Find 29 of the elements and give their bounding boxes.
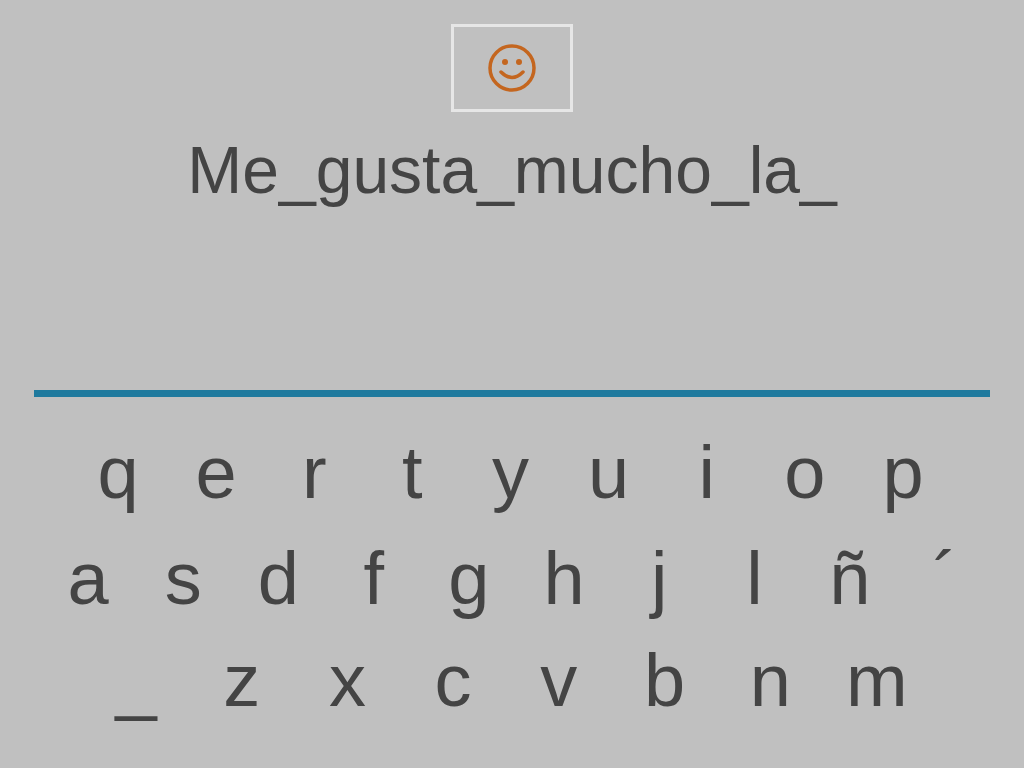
key-button[interactable]: ñ (819, 529, 880, 629)
key-button[interactable]: p (873, 423, 933, 523)
key-button[interactable]: t (382, 423, 443, 523)
key-button[interactable]: j (629, 529, 690, 629)
key-button[interactable]: h (534, 529, 595, 629)
key-button[interactable]: l (724, 529, 785, 629)
key-button[interactable]: _ (106, 631, 166, 731)
key-button[interactable]: q (88, 423, 148, 523)
key-button[interactable]: g (438, 529, 499, 629)
sentence-text: Me_gusta_mucho_la_ (187, 132, 837, 209)
key-button[interactable]: a (58, 529, 118, 629)
key-button[interactable]: c (423, 631, 484, 731)
key-button[interactable]: ´ (914, 529, 975, 629)
smiley-icon (487, 43, 537, 93)
key-button[interactable]: b (634, 631, 695, 731)
key-button[interactable]: r (284, 423, 345, 523)
key-button[interactable]: s (153, 529, 214, 629)
key-button[interactable]: y (480, 423, 541, 523)
key-button[interactable]: u (578, 423, 639, 523)
key-button[interactable]: e (186, 423, 247, 523)
key-button[interactable]: d (248, 529, 309, 629)
key-button[interactable]: n (740, 631, 801, 731)
key-button[interactable]: x (317, 631, 378, 731)
key-button[interactable]: f (343, 529, 404, 629)
key-button[interactable]: v (528, 631, 589, 731)
key-button[interactable]: z (211, 631, 272, 731)
key-button[interactable]: m (845, 631, 906, 731)
key-button[interactable]: i (676, 423, 737, 523)
key-button[interactable]: o (774, 423, 835, 523)
